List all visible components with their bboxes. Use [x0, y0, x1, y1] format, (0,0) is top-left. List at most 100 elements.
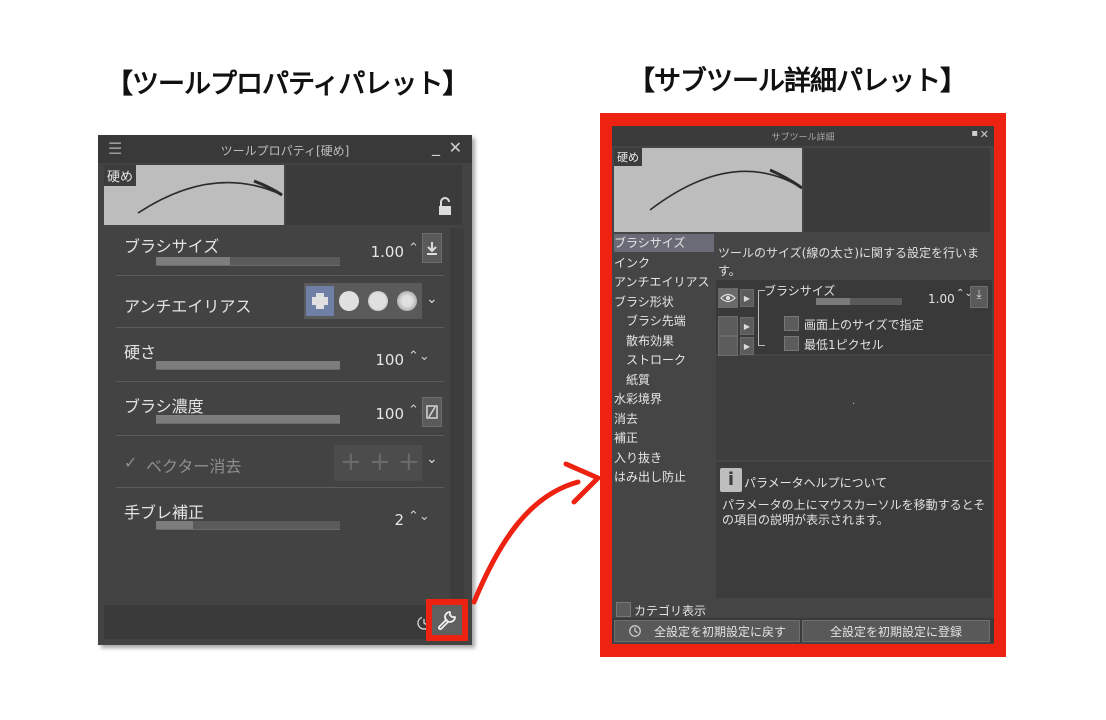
divider — [116, 275, 444, 276]
hardness-value[interactable]: 100 — [344, 351, 404, 369]
category-toggle-checkbox[interactable] — [616, 602, 631, 617]
divider — [116, 487, 444, 488]
register-defaults-label: 全設定を初期設定に登録 — [829, 624, 962, 639]
stabilization-stepper[interactable]: ⌃⌄ — [408, 510, 430, 523]
vector-erase-label: ベクター消去 — [146, 457, 242, 476]
stabilization-slider[interactable] — [156, 521, 340, 530]
wrench-icon — [437, 611, 456, 631]
preview-empty-area — [804, 148, 990, 232]
screen-size-label: 画面上のサイズで指定 — [804, 318, 924, 332]
brush-stroke-preview: 硬め — [104, 165, 284, 225]
preview-tag: 硬め — [614, 148, 642, 166]
palette-titlebar: サブツール詳細 ▪ ✕ — [612, 126, 994, 146]
min-pixel-label: 最低1ピクセル — [804, 338, 884, 352]
hardness-stepper[interactable]: ⌃⌄ — [408, 350, 430, 363]
hardness-slider-fill — [156, 361, 340, 369]
visibility-toggle[interactable] — [718, 316, 738, 336]
density-value[interactable]: 100 — [344, 405, 404, 423]
close-button[interactable]: ✕ — [980, 128, 989, 141]
brush-size-value[interactable]: 1.00 — [928, 292, 955, 306]
parameter-help-panel: i パラメータヘルプについて パラメータの上にマウスカーソルを移動するとその項目… — [716, 462, 992, 598]
close-button[interactable]: ✕ — [449, 138, 462, 157]
reset-clock-icon — [629, 625, 641, 637]
preview-tag: 硬め — [104, 165, 137, 186]
expand-icon[interactable]: ▶ — [740, 317, 754, 335]
vector-erase-option-icon[interactable]: + — [369, 447, 391, 477]
unlock-icon[interactable] — [436, 197, 454, 217]
antialias-weak-button[interactable] — [335, 286, 363, 316]
category-list: ブラシサイズ インク アンチエイリアス ブラシ形状 ブラシ先端散布効果 ストローク紙質 水彩… — [614, 234, 714, 604]
density-slider-fill — [156, 415, 340, 423]
chevron-down-icon[interactable]: ⌄ — [426, 291, 438, 307]
brush-size-slider[interactable] — [816, 298, 902, 305]
brush-size-slider-fill — [156, 257, 230, 265]
category-item[interactable]: はみ出し防止 — [614, 468, 714, 486]
brush-size-slider[interactable] — [156, 257, 340, 266]
antialias-strong-button[interactable] — [393, 286, 421, 316]
category-item[interactable]: 入り抜き — [614, 449, 714, 467]
tool-property-heading: 【ツールプロパティパレット】 — [106, 69, 469, 100]
category-item[interactable]: ブラシサイズ — [614, 234, 714, 252]
antialias-none-button[interactable] — [306, 286, 334, 316]
help-title: パラメータヘルプについて — [744, 476, 888, 490]
subtool-detail-palette: サブツール詳細 ▪ ✕ 硬め ブラシサイズ インク アンチエイリアス ブラシ形状 ブラシ… — [612, 126, 994, 644]
download-icon[interactable] — [422, 233, 442, 263]
hardness-slider[interactable] — [156, 361, 340, 370]
expand-icon[interactable]: ▶ — [740, 337, 754, 355]
category-item[interactable]: ブラシ先端 — [626, 312, 714, 330]
category-item[interactable]: 消去 — [614, 410, 714, 428]
eye-icon[interactable] — [718, 288, 738, 308]
divider — [116, 381, 444, 382]
antialias-medium-button[interactable] — [364, 286, 392, 316]
arrow-indicator — [471, 461, 601, 605]
palette-bottom-bar: 全設定を初期設定に戻す 全設定を初期設定に登録 — [612, 618, 994, 642]
info-icon: i — [720, 468, 742, 492]
category-item[interactable]: アンチエイリアス — [614, 273, 714, 291]
expand-icon[interactable]: ▶ — [740, 289, 754, 307]
category-item[interactable]: 水彩境界 — [614, 390, 714, 408]
vector-erase-check[interactable]: ✓ — [124, 453, 137, 472]
vector-erase-option-icon[interactable]: + — [398, 447, 420, 477]
category-item[interactable]: インク — [614, 254, 714, 272]
category-item[interactable]: ストローク — [626, 351, 714, 369]
category-item[interactable]: 補正 — [614, 429, 714, 447]
subtool-detail-heading: 【サブツール詳細パレット】 — [628, 66, 967, 97]
brush-size-value[interactable]: 1.00 — [344, 243, 404, 261]
category-item[interactable]: 紙質 — [626, 371, 714, 389]
stabilization-slider-fill — [156, 521, 193, 529]
stroke-preview-graphic — [649, 168, 803, 211]
category-toggle-label: カテゴリ表示 — [634, 604, 707, 618]
hardness-row[interactable]: 硬さ 100 ⌃⌄ — [116, 335, 446, 381]
subtool-detail-open-button[interactable] — [426, 599, 468, 641]
help-text: パラメータの上にマウスカーソルを移動するとその項目の説明が表示されます。 — [722, 498, 986, 527]
parameter-preview-area: . — [716, 356, 992, 460]
divider — [116, 435, 444, 436]
visibility-toggle[interactable] — [718, 336, 738, 356]
antialias-options — [304, 283, 422, 319]
min-pixel-checkbox[interactable] — [784, 336, 799, 351]
pin-icon[interactable]: ▪ — [971, 128, 978, 139]
divider — [116, 327, 444, 328]
density-slider[interactable] — [156, 415, 340, 424]
category-item[interactable]: 散布効果 — [626, 332, 714, 350]
minimize-button[interactable]: _ — [432, 137, 440, 156]
screen-size-checkbox[interactable] — [784, 316, 799, 331]
category-item[interactable]: ブラシ形状 — [614, 293, 714, 311]
palette-titlebar: ☰ ツールプロパティ[硬め] _ ✕ — [98, 135, 472, 163]
brush-stroke-preview: 硬め — [614, 148, 803, 232]
stabilization-row[interactable]: 手ブレ補正 2 ⌃⌄ — [116, 497, 446, 543]
reset-defaults-button[interactable]: 全設定を初期設定に戻す — [614, 620, 800, 642]
palette-title: ツールプロパティ[硬め] — [220, 144, 350, 158]
download-icon[interactable]: ⤓ — [970, 286, 988, 308]
density-row[interactable]: ブラシ濃度 100 ⌃⌄ — [116, 389, 446, 435]
hardness-label: 硬さ — [124, 343, 157, 362]
stabilization-value[interactable]: 2 — [344, 511, 404, 529]
pressure-slash-icon[interactable] — [422, 397, 442, 427]
chevron-down-icon[interactable]: ⌄ — [426, 451, 438, 467]
vector-erase-option-icon[interactable]: + — [340, 447, 362, 477]
palette-bottom-bar — [104, 605, 466, 639]
register-defaults-button[interactable]: 全設定を初期設定に登録 — [802, 620, 990, 642]
brush-size-label: ブラシサイズ — [764, 284, 836, 298]
brush-size-row[interactable]: ブラシサイズ 1.00 ⌃⌄ — [116, 231, 446, 277]
scrollbar[interactable] — [450, 228, 464, 603]
